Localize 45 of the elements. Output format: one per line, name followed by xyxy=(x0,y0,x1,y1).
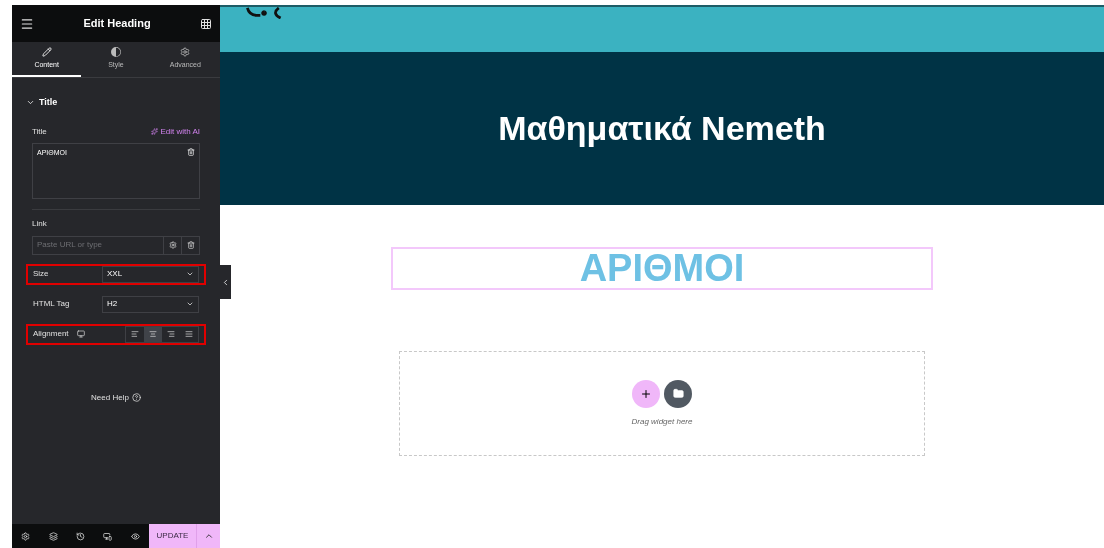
contrast-icon xyxy=(111,46,121,57)
trash-icon[interactable] xyxy=(187,147,195,156)
settings-icon xyxy=(168,241,177,249)
align-button[interactable] xyxy=(144,326,162,342)
logo-icon xyxy=(244,7,284,19)
align-center-icon xyxy=(149,330,157,338)
desktop-icon[interactable] xyxy=(76,330,85,338)
folder-icon xyxy=(672,388,684,399)
menu-icon[interactable] xyxy=(20,16,34,31)
chevron-left-icon xyxy=(221,277,230,287)
layers-icon[interactable] xyxy=(48,531,58,541)
trash-icon xyxy=(186,241,195,249)
field-label: HTML Tag xyxy=(33,298,70,310)
field-label: Alignment xyxy=(33,328,69,340)
drop-hint: Drag widget here xyxy=(631,415,693,428)
field-label: Link xyxy=(31,217,48,230)
grid-icon[interactable] xyxy=(200,17,212,30)
add-button[interactable] xyxy=(632,379,660,408)
size-select[interactable]: XXL xyxy=(102,265,199,283)
plus-icon xyxy=(640,387,652,400)
need-help-link[interactable]: Need Help xyxy=(91,391,141,404)
help-icon xyxy=(131,393,141,402)
html-tag-select[interactable]: H2 xyxy=(102,295,199,313)
field-label: Size xyxy=(33,268,49,280)
align-right-icon xyxy=(167,330,175,338)
edit-with-ai-link[interactable]: Edit with AI xyxy=(151,125,200,138)
caret-icon xyxy=(186,270,194,278)
gear-icon xyxy=(180,46,191,57)
align-justify-icon xyxy=(185,330,193,338)
history-icon[interactable] xyxy=(75,531,85,541)
caret-icon xyxy=(186,300,194,308)
heading-text: ΑΡΙΘΜΟΙ xyxy=(579,246,745,291)
update-button[interactable]: UPDATE xyxy=(149,524,196,548)
panel-title: Edit Heading xyxy=(83,16,151,32)
field-label: Title xyxy=(32,125,47,138)
sparkle-icon xyxy=(151,128,159,135)
section-toggle[interactable]: Title xyxy=(12,96,220,110)
chevron-up-icon xyxy=(203,531,214,541)
page-title: Μαθηματικά Nemeth xyxy=(498,108,826,149)
eye-icon[interactable] xyxy=(130,531,140,541)
responsive-icon[interactable] xyxy=(103,531,113,541)
settings-icon[interactable] xyxy=(21,531,31,541)
align-left-icon xyxy=(131,330,139,338)
pencil-icon xyxy=(41,46,52,57)
template-button[interactable] xyxy=(664,379,692,408)
